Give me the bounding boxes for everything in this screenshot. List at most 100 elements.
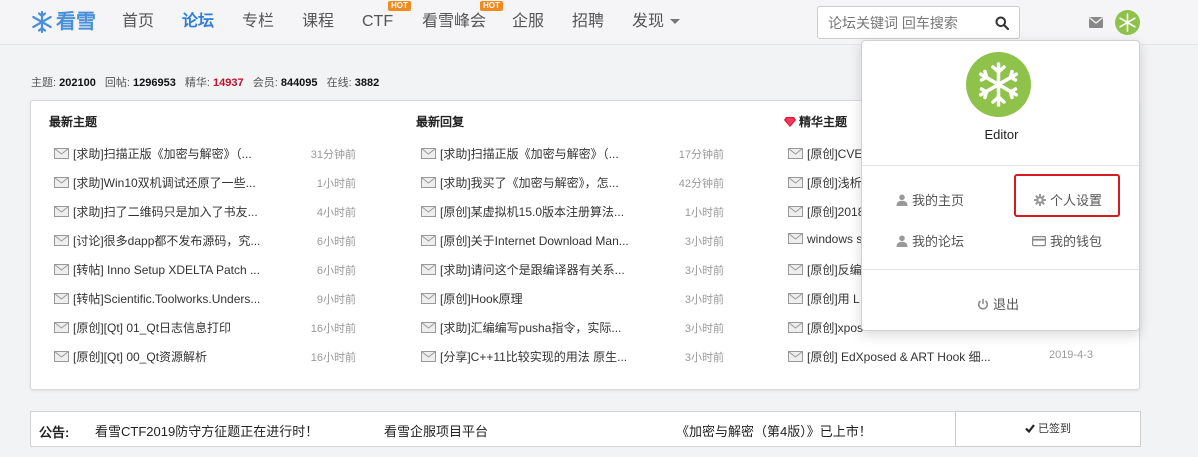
envelope-icon <box>421 206 436 217</box>
thread-link[interactable]: [原创] EdXposed & ART Hook 细... <box>788 348 1018 368</box>
snowflake-icon <box>978 62 1019 107</box>
thread-link[interactable]: [求助]Win10双机调试还原了一些... <box>54 174 274 194</box>
thread-link[interactable]: [求助]汇编编写pusha指令，实际... <box>421 319 641 339</box>
thread-link[interactable]: [分享]C++11比较实现的用法 原生... <box>421 348 641 368</box>
envelope-icon <box>788 233 803 244</box>
nav-enterprise[interactable]: 企服 <box>512 0 544 45</box>
envelope-icon <box>54 235 69 246</box>
search-input[interactable] <box>818 7 988 38</box>
envelope-icon <box>54 206 69 217</box>
envelope-icon <box>788 148 803 159</box>
wallet-link[interactable]: 我的钱包 <box>1032 231 1102 250</box>
thread-time: 6小时前 <box>316 265 356 277</box>
announcement-label: 公告: <box>39 425 70 440</box>
hot-badge: HOT <box>480 1 503 11</box>
thread-title: [原创]某虚拟机15.0版本注册算法... <box>440 205 625 219</box>
envelope-icon <box>788 351 803 362</box>
stat-topics-value: 202100 <box>59 77 96 89</box>
thread-title: [求助]扫描正版《加密与解密》（... <box>73 147 252 161</box>
stat-members-label: 会员: <box>252 77 278 89</box>
search-icon[interactable] <box>995 16 1009 30</box>
snowflake-icon <box>1119 13 1136 32</box>
thread-title: [转帖]Scientific.Toolworks.Unders... <box>73 292 261 306</box>
thread-link[interactable]: [原创]关于Internet Download Man... <box>421 232 641 252</box>
envelope-icon <box>788 206 803 217</box>
caret-down-icon <box>670 19 681 25</box>
thread-time: 3小时前 <box>684 294 724 306</box>
latest-replies-title: 最新回复 <box>416 115 465 129</box>
my-forum-label: 我的论坛 <box>912 234 965 249</box>
highlight-box <box>1014 174 1120 217</box>
nav-column[interactable]: 专栏 <box>242 0 274 45</box>
thread-title: windows s <box>807 232 863 246</box>
logout-link[interactable]: 退出 <box>977 294 1019 313</box>
envelope-icon <box>421 177 436 188</box>
nav-home[interactable]: 首页 <box>122 0 154 45</box>
envelope-icon <box>54 351 69 362</box>
envelope-icon <box>54 293 69 304</box>
thread-time: 3小时前 <box>684 323 724 335</box>
checkin-label: 已签到 <box>1038 423 1071 435</box>
thread-link[interactable]: [转帖]Scientific.Toolworks.Unders... <box>54 290 274 310</box>
user-avatar[interactable] <box>1115 10 1140 35</box>
thread-link[interactable]: [转帖] Inno Setup XDELTA Patch ... <box>54 261 274 281</box>
thread-link[interactable]: [原创]某虚拟机15.0版本注册算法... <box>421 203 641 223</box>
thread-link[interactable]: [求助]我买了《加密与解密》，怎... <box>421 174 641 194</box>
thread-title: [原创]2018 <box>807 205 865 219</box>
my-home-link[interactable]: 我的主页 <box>896 190 964 209</box>
thread-link[interactable]: [原创]Hook原理 <box>421 290 641 310</box>
forum-stats: 主题: 202100 回帖: 1296953 精华: 14937 会员: 844… <box>31 74 385 90</box>
thread-time: 1小时前 <box>316 178 356 190</box>
thread-title: [原创]Hook原理 <box>440 292 523 306</box>
announcement-link[interactable]: 看雪企服项目平台 <box>384 421 488 440</box>
thread-link[interactable]: [求助]扫描正版《加密与解密》（... <box>54 145 274 165</box>
user-menu-dropdown: Editor 我的主页 个人设置 我的论坛 我的钱包 退出 <box>861 40 1140 331</box>
thread-link[interactable]: [讨论]很多dapp都不发布源码，究... <box>54 232 274 252</box>
thread-title: [求助]我买了《加密与解密》，怎... <box>440 176 619 190</box>
thread-link[interactable]: [原创][Qt] 01_Qt日志信息打印 <box>54 319 274 339</box>
nav-ctf[interactable]: CTF HOT <box>362 0 411 45</box>
envelope-icon <box>421 351 436 362</box>
announcement-link[interactable]: 看雪CTF2019防守方征题正在进行时！ <box>95 421 318 440</box>
my-home-label: 我的主页 <box>912 193 965 208</box>
user-avatar-large[interactable] <box>966 52 1031 117</box>
nav-forum[interactable]: 论坛 <box>182 0 214 45</box>
nav-courses[interactable]: 课程 <box>302 0 334 45</box>
announcement-bar: 公告: 看雪CTF2019防守方征题正在进行时！ 看雪企服项目平台 《加密与解密… <box>30 411 1141 447</box>
thread-link[interactable]: [原创][Qt] 00_Qt资源解析 <box>54 348 274 368</box>
stat-online-value: 3882 <box>354 77 380 89</box>
thread-time: 17分钟前 <box>678 149 724 161</box>
mail-icon[interactable] <box>1089 17 1103 28</box>
thread-title: [原创]浅析 <box>807 176 862 190</box>
nav-jobs[interactable]: 招聘 <box>572 0 604 45</box>
stat-replies-value: 1296953 <box>133 77 176 89</box>
top-navbar: 看雪 首页 论坛 专栏 课程 CTF HOT 看雪峰会 HOT 企服 招聘 发现 <box>0 0 1198 45</box>
logout-label: 退出 <box>993 297 1020 312</box>
gem-icon <box>784 117 796 127</box>
thread-link[interactable]: [求助]扫了二维码只是加入了书友... <box>54 203 274 223</box>
thread-time: 3小时前 <box>684 236 724 248</box>
checkin-button[interactable]: 已签到 <box>955 411 1141 447</box>
nav-discover[interactable]: 发现 <box>632 0 681 45</box>
stat-online-label: 在线: <box>326 77 352 89</box>
thread-time: 31分钟前 <box>310 149 356 161</box>
thread-title: [原创]xpos <box>807 321 864 335</box>
my-forum-link[interactable]: 我的论坛 <box>896 231 964 250</box>
site-logo[interactable]: 看雪 <box>30 10 96 34</box>
site-name: 看雪 <box>56 11 96 33</box>
thread-link[interactable]: [求助]扫描正版《加密与解密》（... <box>421 145 641 165</box>
envelope-icon <box>54 264 69 275</box>
thread-title: [求助]请问这个是跟编译器有关系... <box>440 263 625 277</box>
thread-link[interactable]: [求助]请问这个是跟编译器有关系... <box>421 261 641 281</box>
thread-title: [原创][Qt] 00_Qt资源解析 <box>73 350 208 364</box>
stat-topics-label: 主题: <box>31 77 57 89</box>
announcement-link[interactable]: 《加密与解密（第4版）》已上市！ <box>676 421 872 440</box>
nav-summit[interactable]: 看雪峰会 HOT <box>422 0 503 45</box>
thread-time: 16小时前 <box>310 352 356 364</box>
stat-digest-value: 14937 <box>213 77 244 89</box>
thread-title: [原创][Qt] 01_Qt日志信息打印 <box>73 321 232 335</box>
digest-title-label: 精华主题 <box>799 115 848 129</box>
nav-ctf-label: CTF <box>362 13 394 30</box>
envelope-icon <box>788 293 803 304</box>
thread-time: 42分钟前 <box>678 178 724 190</box>
